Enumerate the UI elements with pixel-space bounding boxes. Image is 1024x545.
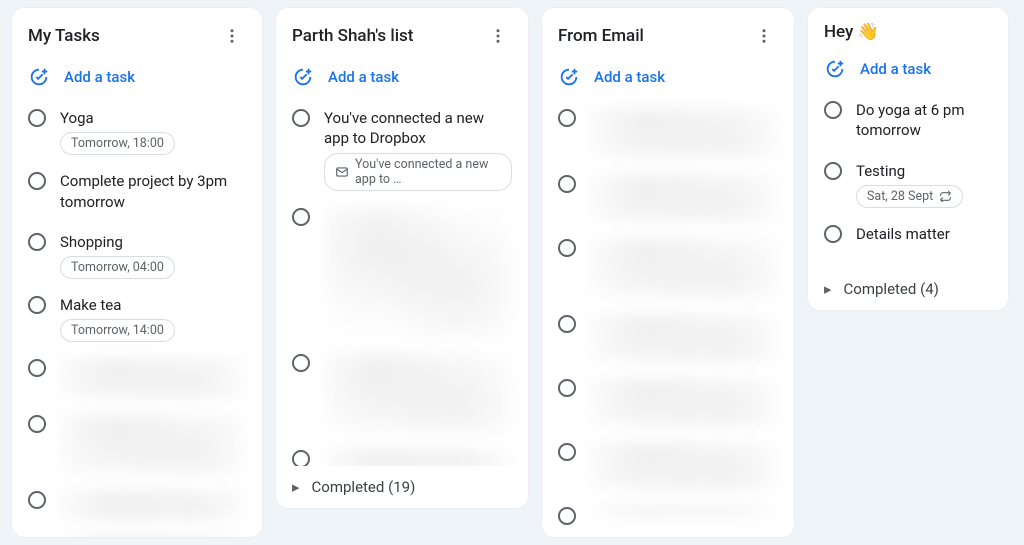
task-list: You've connected a new app to Dropbox Yo… [276,100,528,466]
task-checkbox[interactable] [824,101,842,119]
task-checkbox[interactable] [292,109,310,127]
task-item-redacted[interactable] [290,199,514,345]
list-title: Parth Shah's list [292,26,413,46]
list-my-tasks: My Tasks Add a task Yoga Tomorrow, 18:00… [12,8,262,537]
task-checkbox[interactable] [28,172,46,190]
task-title: Yoga [60,108,246,128]
task-title: Shopping [60,232,246,252]
task-date-chip[interactable]: Tomorrow, 18:00 [60,132,175,155]
more-button[interactable] [218,22,246,50]
task-checkbox[interactable] [292,208,310,226]
task-item-redacted[interactable] [290,441,514,467]
repeat-icon [939,190,952,203]
list-hey: Hey 👋 Add a task Do yoga at 6 pm tomorro… [808,8,1008,310]
task-title: You've connected a new app to Dropbox [324,108,512,149]
add-task-button[interactable]: Add a task [808,48,1008,92]
task-item-redacted[interactable] [556,230,780,306]
task-item-redacted[interactable] [26,350,248,406]
task-item[interactable]: You've connected a new app to Dropbox Yo… [290,100,514,199]
task-item-redacted[interactable] [556,306,780,370]
more-vert-icon [489,27,507,45]
add-task-button[interactable]: Add a task [276,56,528,100]
add-task-button[interactable]: Add a task [542,56,794,100]
add-task-icon [292,66,314,88]
task-checkbox[interactable] [28,359,46,377]
more-vert-icon [223,27,241,45]
completed-label: Completed (19) [312,478,416,496]
task-date-chip[interactable]: Tomorrow, 04:00 [60,256,175,279]
add-task-label: Add a task [328,68,399,86]
task-title: Do yoga at 6 pm tomorrow [856,100,992,141]
list-title: My Tasks [28,26,100,46]
task-item-redacted[interactable] [556,498,780,533]
add-task-label: Add a task [594,68,665,86]
task-checkbox[interactable] [824,225,842,243]
task-checkbox[interactable] [558,507,576,525]
task-checkbox[interactable] [558,175,576,193]
task-item[interactable]: Shopping Tomorrow, 04:00 [26,224,248,287]
list-header: From Email [542,8,794,56]
task-item-redacted[interactable] [556,434,780,498]
task-checkbox[interactable] [558,443,576,461]
task-item[interactable]: Details matter [822,216,994,256]
task-checkbox[interactable] [28,296,46,314]
completed-section-toggle[interactable]: ▸ Completed (19) [276,466,528,508]
task-checkbox[interactable] [28,415,46,433]
list-title: From Email [558,26,644,46]
add-task-label: Add a task [64,68,135,86]
task-checkbox[interactable] [28,491,46,509]
task-item[interactable]: Do yoga at 6 pm tomorrow [822,92,994,153]
list-header: Parth Shah's list [276,8,528,56]
task-checkbox[interactable] [558,379,576,397]
task-checkbox[interactable] [292,354,310,372]
task-item[interactable]: Complete project by 3pm tomorrow [26,163,248,224]
task-checkbox[interactable] [292,450,310,467]
task-checkbox[interactable] [28,109,46,127]
completed-section-toggle[interactable]: ▸ Completed (4) [808,268,1008,310]
task-list: Yoga Tomorrow, 18:00 Complete project by… [12,100,262,537]
task-item-redacted[interactable] [26,482,248,528]
task-item-redacted[interactable] [290,345,514,441]
task-item-redacted[interactable] [556,100,780,166]
more-button[interactable] [750,22,778,50]
task-list: Do yoga at 6 pm tomorrow Testing Sat, 28… [808,92,1008,268]
list-from-email: From Email Add a task [542,8,794,537]
more-vert-icon [755,27,773,45]
task-checkbox[interactable] [28,233,46,251]
caret-right-icon: ▸ [292,478,300,496]
task-item-redacted[interactable] [26,528,248,537]
add-task-icon [824,58,846,80]
task-title: Complete project by 3pm tomorrow [60,171,246,212]
task-title: Make tea [60,295,246,315]
task-item[interactable]: Make tea Tomorrow, 14:00 [26,287,248,350]
task-title: Details matter [856,224,992,244]
caret-right-icon: ▸ [824,280,832,298]
add-task-icon [558,66,580,88]
task-checkbox[interactable] [558,239,576,257]
add-task-button[interactable]: Add a task [12,56,262,100]
add-task-label: Add a task [860,60,931,78]
task-date-chip[interactable]: Sat, 28 Sept [856,185,963,208]
list-title: Hey 👋 [824,22,879,42]
task-checkbox[interactable] [824,162,842,180]
task-item[interactable]: Yoga Tomorrow, 18:00 [26,100,248,163]
task-item-redacted[interactable] [26,406,248,482]
more-button[interactable] [484,22,512,50]
task-item[interactable]: Testing Sat, 28 Sept [822,153,994,216]
task-footer-text: Approaching!👀 What's Ahead? [556,533,780,537]
list-header: My Tasks [12,8,262,56]
task-item-redacted[interactable] [556,370,780,434]
task-title: Testing [856,161,992,181]
completed-label: Completed (4) [844,280,939,298]
list-parth: Parth Shah's list Add a task You've conn… [276,8,528,508]
task-checkbox[interactable] [558,109,576,127]
task-date-chip[interactable]: Tomorrow, 14:00 [60,319,175,342]
task-list: Approaching!👀 What's Ahead? [542,100,794,537]
task-email-chip[interactable]: You've connected a new app to … [324,153,512,191]
list-header: Hey 👋 [808,8,1008,48]
task-item-redacted[interactable] [556,166,780,230]
mail-icon [335,165,349,179]
task-checkbox[interactable] [558,315,576,333]
add-task-icon [28,66,50,88]
